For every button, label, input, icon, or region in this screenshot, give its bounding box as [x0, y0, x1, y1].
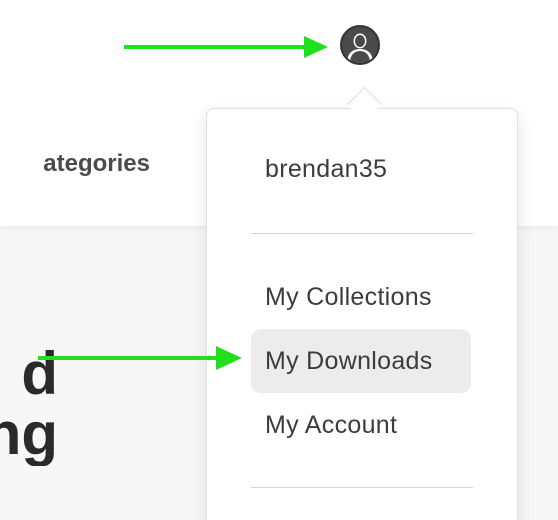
user-avatar-icon	[342, 27, 378, 63]
menu-item-my-collections[interactable]: My Collections	[251, 265, 471, 329]
page: ategories d ng brendan35 My Collections …	[0, 0, 558, 520]
menu-item-my-account[interactable]: My Account	[251, 393, 471, 457]
hero-heading-line-2: ng	[0, 402, 58, 466]
user-avatar-button[interactable]	[340, 25, 380, 65]
nav-categories-label: ategories	[43, 150, 150, 177]
username-label: brendan35	[265, 155, 388, 183]
hero-heading-line-1: d	[21, 342, 58, 406]
menu-divider	[251, 233, 473, 234]
menu-divider	[251, 487, 473, 488]
user-menu-dropdown: brendan35 My Collections My Downloads My…	[206, 108, 518, 520]
nav-categories-link[interactable]: ategories	[0, 150, 150, 184]
menu-item-my-downloads[interactable]: My Downloads	[251, 329, 471, 393]
